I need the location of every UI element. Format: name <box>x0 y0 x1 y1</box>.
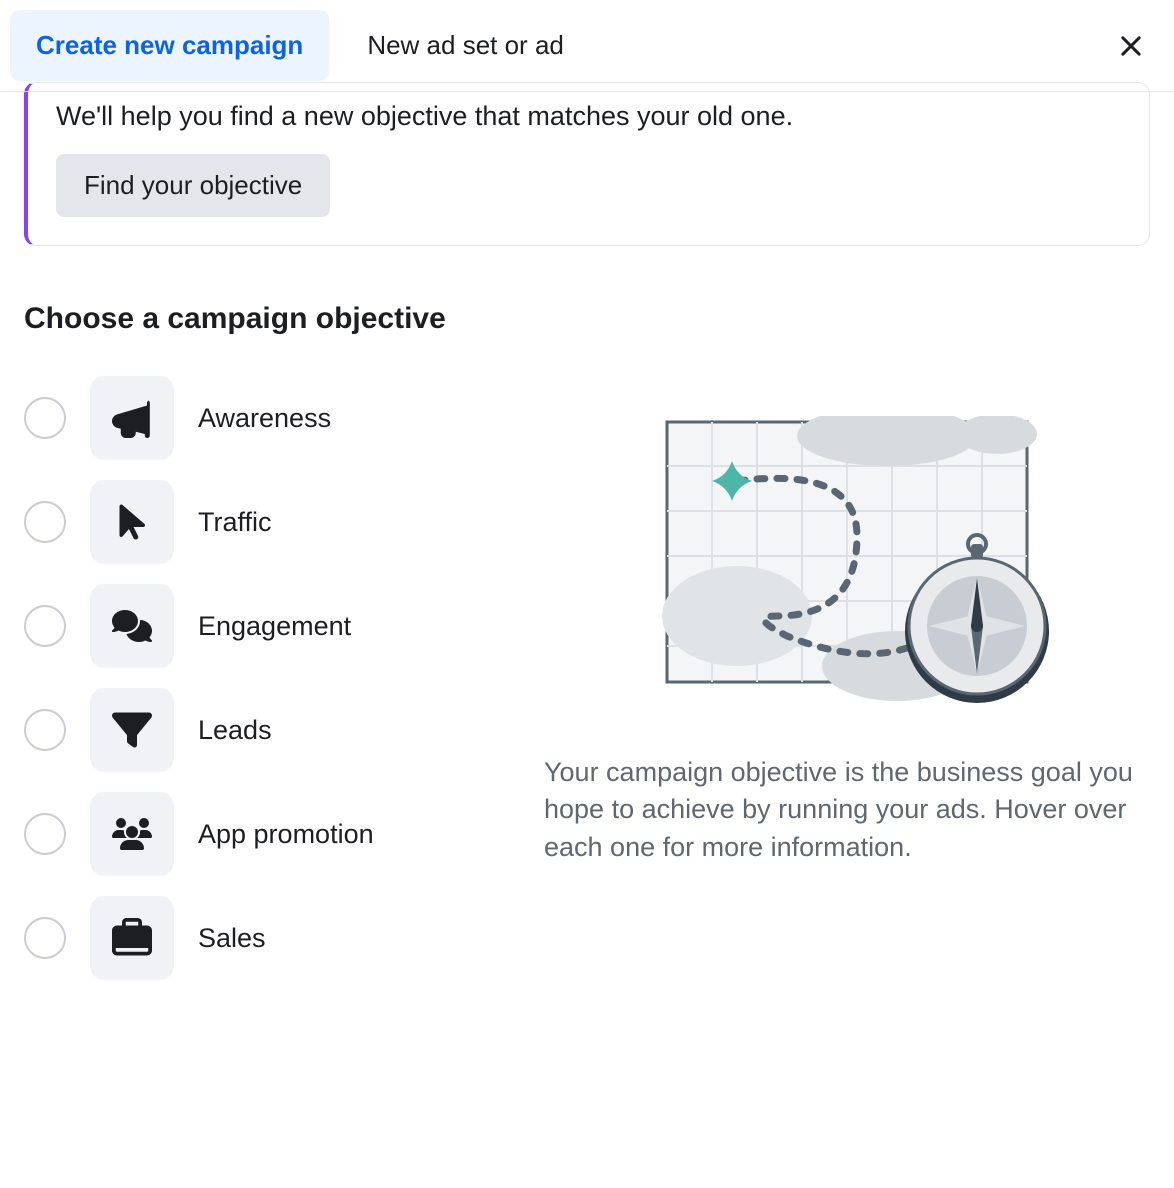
objective-label: Sales <box>198 923 266 954</box>
objective-traffic[interactable]: Traffic <box>24 480 504 564</box>
megaphone-icon <box>90 376 174 460</box>
section-title: Choose a campaign objective <box>24 302 1150 336</box>
close-icon <box>1117 32 1145 60</box>
objective-engagement[interactable]: Engagement <box>24 584 504 668</box>
objective-leads[interactable]: Leads <box>24 688 504 772</box>
objective-label: Awareness <box>198 403 331 434</box>
comments-icon <box>90 584 174 668</box>
briefcase-icon <box>90 896 174 980</box>
banner-text: We'll help you find a new objective that… <box>56 101 1121 132</box>
compass-map-illustration <box>637 416 1057 716</box>
info-text: Your campaign objective is the business … <box>544 754 1150 866</box>
objective-awareness[interactable]: Awareness <box>24 376 504 460</box>
close-button[interactable] <box>1116 31 1146 61</box>
objective-label: Leads <box>198 715 272 746</box>
cursor-icon <box>90 480 174 564</box>
radio-app-promotion[interactable] <box>24 813 66 855</box>
objective-sales[interactable]: Sales <box>24 896 504 980</box>
radio-leads[interactable] <box>24 709 66 751</box>
objective-helper-banner: We'll help you find a new objective that… <box>24 82 1150 246</box>
users-icon <box>90 792 174 876</box>
objective-label: App promotion <box>198 819 374 850</box>
tab-new-ad-set[interactable]: New ad set or ad <box>341 10 590 81</box>
radio-traffic[interactable] <box>24 501 66 543</box>
tab-create-new-campaign[interactable]: Create new campaign <box>10 10 329 81</box>
objective-label: Traffic <box>198 507 272 538</box>
objective-app-promotion[interactable]: App promotion <box>24 792 504 876</box>
funnel-icon <box>90 688 174 772</box>
objective-label: Engagement <box>198 611 351 642</box>
objectives-list: Awareness Traffic Engagement <box>24 376 504 1000</box>
radio-awareness[interactable] <box>24 397 66 439</box>
radio-sales[interactable] <box>24 917 66 959</box>
radio-engagement[interactable] <box>24 605 66 647</box>
find-objective-button[interactable]: Find your objective <box>56 154 330 217</box>
info-panel: Your campaign objective is the business … <box>544 376 1150 1000</box>
